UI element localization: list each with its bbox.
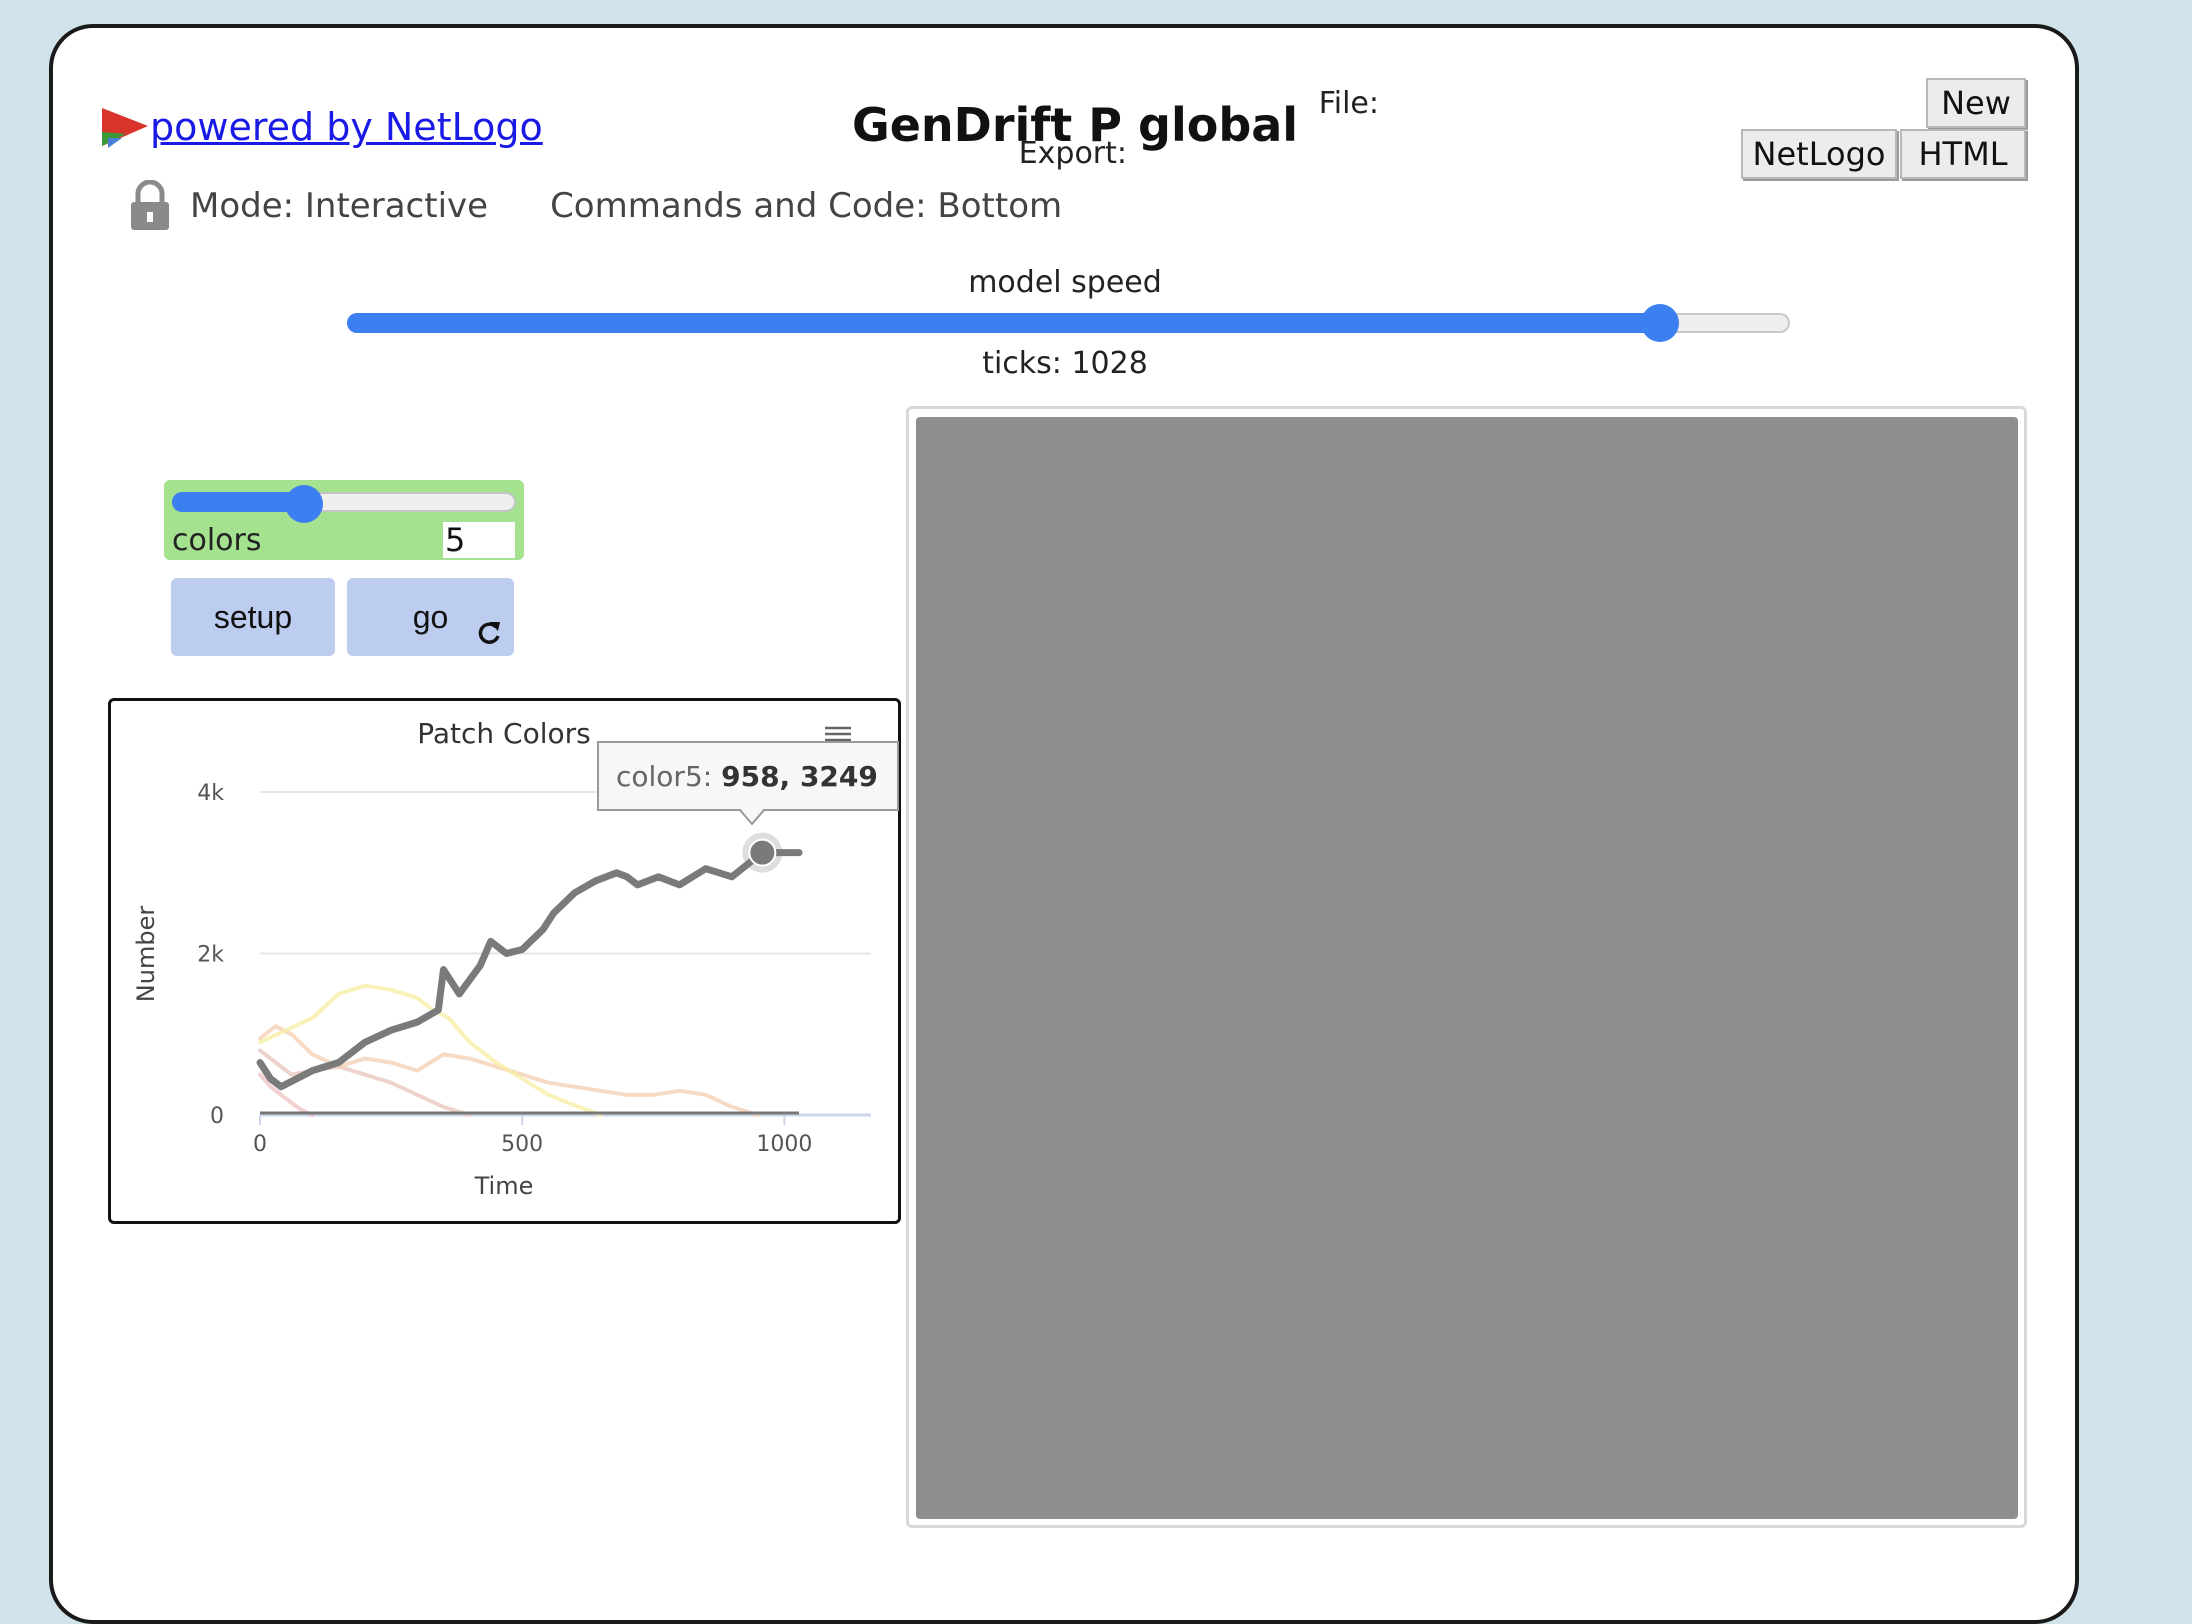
plot-menu-icon[interactable]	[825, 726, 851, 742]
powered-by-netlogo-link[interactable]: powered by NetLogo	[100, 104, 543, 150]
setup-button[interactable]: setup	[171, 578, 335, 656]
hover-point[interactable]	[748, 838, 777, 867]
colors-slider-label: colors	[172, 523, 262, 558]
plot-title: Patch Colors	[417, 717, 591, 750]
export-html-button[interactable]: HTML	[1900, 129, 2026, 179]
go-button[interactable]: go	[347, 578, 514, 656]
world-view[interactable]	[916, 417, 2018, 1519]
y-tick-label: 4k	[197, 781, 224, 806]
setup-button-label: setup	[213, 598, 293, 635]
mode-bar: Mode: Interactive Commands and Code: Bot…	[128, 180, 1062, 232]
x-tick-label: 500	[501, 1132, 543, 1157]
model-speed-fill	[347, 313, 1659, 333]
export-label: Export:	[1018, 136, 1127, 171]
mode-label[interactable]: Mode: Interactive	[190, 186, 488, 226]
forever-repeat-icon	[478, 622, 500, 644]
y-tick-label: 0	[210, 1104, 224, 1129]
new-button[interactable]: New	[1926, 78, 2026, 128]
x-tick-label: 0	[253, 1132, 267, 1157]
lock-icon[interactable]	[128, 180, 172, 232]
netlogo-logo-icon	[102, 108, 148, 148]
y-axis-label: Number	[132, 906, 160, 1003]
model-speed-label: model speed	[968, 265, 1162, 300]
go-button-label: go	[412, 598, 449, 635]
model-speed-handle[interactable]	[1641, 304, 1679, 342]
colors-slider-value-input[interactable]: 5	[443, 522, 515, 558]
export-netlogo-button[interactable]: NetLogo	[1741, 129, 1897, 179]
plot-canvas: Patch Colors 0 2k 4k 0 500 1000 Time Number color…	[132, 717, 899, 1200]
y-tick-label: 2k	[197, 943, 224, 968]
x-tick-label: 1000	[756, 1132, 812, 1157]
powered-by-label[interactable]: powered by NetLogo	[150, 104, 543, 150]
tooltip-text: color5: 958, 3249	[616, 760, 878, 793]
ticks-counter: ticks: 1028	[982, 346, 1148, 381]
x-axis-label: Time	[474, 1172, 534, 1200]
series-line-color5[interactable]	[256, 849, 803, 1091]
file-label: File:	[1318, 86, 1379, 121]
colors-slider-handle[interactable]	[285, 485, 323, 523]
commands-position-label[interactable]: Commands and Code: Bottom	[550, 186, 1062, 226]
